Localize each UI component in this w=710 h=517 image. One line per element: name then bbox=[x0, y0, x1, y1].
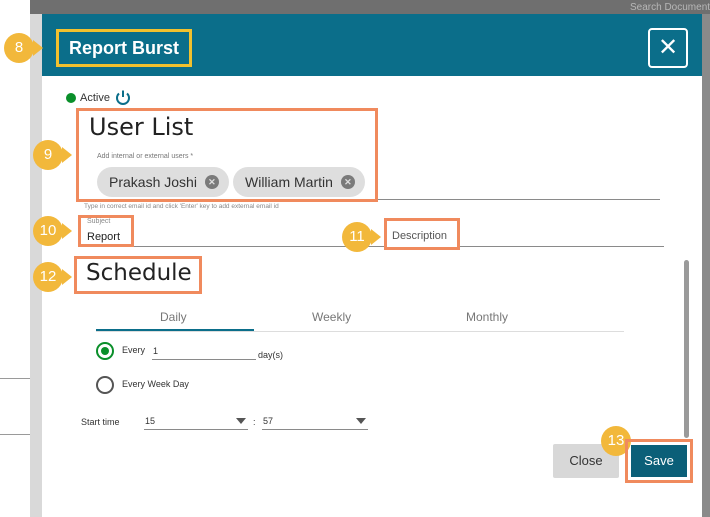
callout-arrow bbox=[62, 147, 72, 163]
user-list-section: User List Add internal or external users… bbox=[76, 108, 378, 202]
save-button[interactable]: Save bbox=[631, 445, 687, 477]
active-status: Active bbox=[66, 90, 132, 106]
user-chip[interactable]: Prakash Joshi ✕ bbox=[97, 167, 229, 197]
remove-chip-icon[interactable]: ✕ bbox=[204, 175, 219, 189]
tab-daily[interactable]: Daily bbox=[160, 310, 187, 324]
minute-value: 57 bbox=[263, 416, 274, 426]
user-input-underline bbox=[378, 199, 660, 200]
callout-arrow bbox=[371, 229, 381, 245]
user-chip[interactable]: William Martin ✕ bbox=[233, 167, 365, 197]
user-chip-label: Prakash Joshi bbox=[109, 174, 197, 190]
hour-value: 15 bbox=[145, 416, 156, 426]
subject-value: Report bbox=[87, 231, 121, 243]
callout-marker-9: 9 bbox=[33, 140, 63, 170]
schedule-title: Schedule bbox=[86, 260, 192, 286]
status-dot bbox=[66, 93, 76, 103]
email-hint: Type in correct email id and click 'Ente… bbox=[84, 203, 279, 210]
callout-marker-8: 8 bbox=[4, 33, 34, 63]
every-days-input[interactable]: 1 bbox=[152, 344, 256, 360]
background-divider bbox=[0, 378, 30, 379]
chevron-down-icon bbox=[356, 418, 366, 424]
description-label: Description bbox=[392, 230, 448, 242]
save-highlight: Save bbox=[625, 439, 693, 483]
callout-arrow bbox=[62, 223, 72, 239]
user-list-title: User List bbox=[89, 113, 194, 141]
dialog-title: Report Burst bbox=[56, 29, 193, 67]
background-divider bbox=[0, 434, 30, 435]
chevron-down-icon bbox=[236, 418, 246, 424]
every-day-radio[interactable] bbox=[96, 342, 114, 360]
power-icon[interactable] bbox=[114, 89, 132, 107]
status-label: Active bbox=[80, 92, 110, 104]
close-icon[interactable]: ✕ bbox=[648, 28, 688, 68]
every-week-day-radio[interactable] bbox=[96, 376, 114, 394]
active-tab-indicator bbox=[96, 329, 254, 331]
callout-marker-11: 11 bbox=[342, 222, 372, 252]
user-chip-label: William Martin bbox=[245, 174, 333, 190]
description-field[interactable]: Description bbox=[384, 218, 460, 250]
tab-weekly[interactable]: Weekly bbox=[312, 310, 351, 324]
schedule-section: Schedule bbox=[74, 256, 202, 294]
callout-arrow bbox=[62, 269, 72, 285]
fields-underline bbox=[84, 246, 664, 247]
minute-select[interactable]: 57 bbox=[262, 414, 368, 430]
background-topbar bbox=[30, 0, 710, 14]
every-week-day-label: Every Week Day bbox=[122, 379, 189, 389]
time-separator: : bbox=[253, 417, 256, 427]
dialog-header: Report Burst ✕ bbox=[42, 14, 702, 76]
days-unit-label: day(s) bbox=[258, 350, 284, 360]
tab-monthly[interactable]: Monthly bbox=[466, 310, 508, 324]
background-sidebar bbox=[30, 0, 42, 517]
every-label: Every bbox=[122, 345, 146, 355]
hour-select[interactable]: 15 bbox=[144, 414, 248, 430]
background-right-edge bbox=[702, 14, 710, 517]
subject-field[interactable]: Subject Report bbox=[78, 215, 134, 247]
add-users-label: Add internal or external users * bbox=[97, 153, 194, 160]
remove-chip-icon[interactable]: ✕ bbox=[340, 175, 355, 189]
subject-label: Subject bbox=[87, 218, 111, 225]
scrollbar[interactable] bbox=[684, 260, 689, 438]
start-time-label: Start time bbox=[81, 417, 120, 427]
callout-marker-10: 10 bbox=[33, 216, 63, 246]
background-search-input: Search Document bbox=[630, 2, 710, 13]
callout-arrow bbox=[33, 40, 43, 56]
callout-marker-12: 12 bbox=[33, 262, 63, 292]
schedule-tabs: Daily Weekly Monthly bbox=[96, 306, 624, 332]
